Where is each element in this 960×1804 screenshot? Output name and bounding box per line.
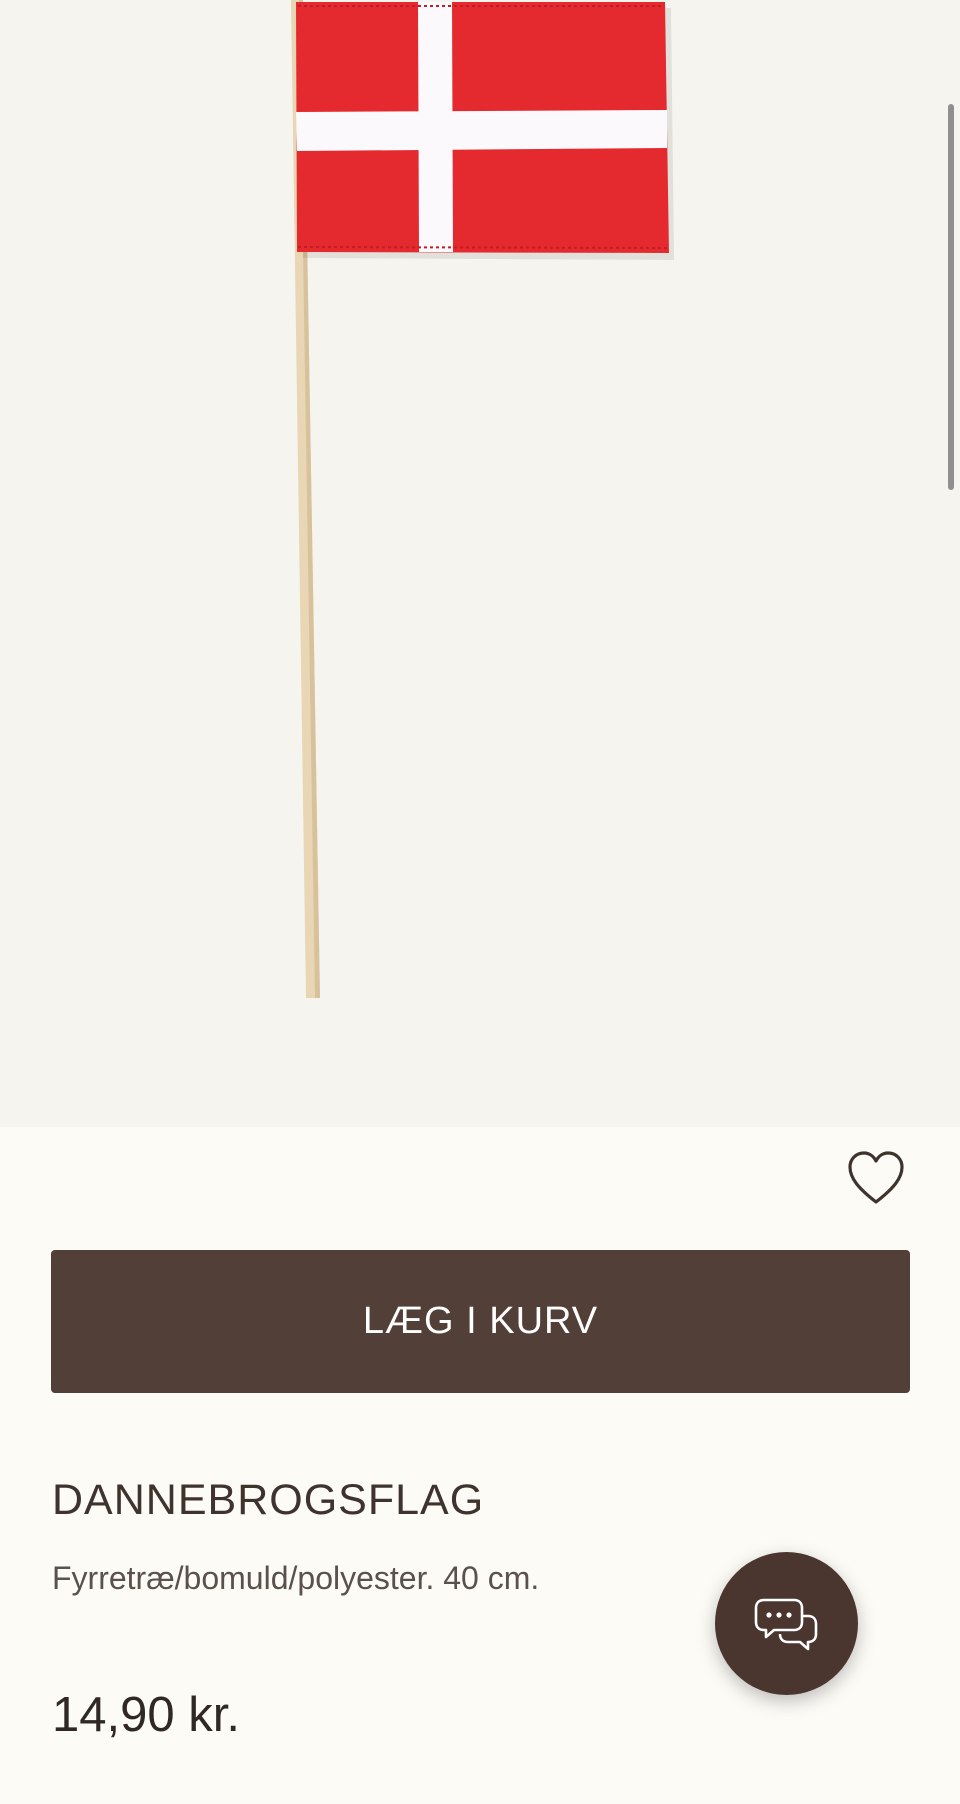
wishlist-button[interactable] [846,1150,906,1208]
product-image [0,0,960,1127]
product-description: Fyrretræ/bomuld/polyester. 40 cm. [52,1560,540,1596]
chat-button[interactable] [715,1552,858,1695]
flag-cross-horizontal [296,110,667,151]
product-price: 14,90 kr. [52,1688,240,1742]
heart-icon [848,1151,904,1204]
scrollbar[interactable] [948,104,954,490]
product-title: DANNEBROGSFLAG [52,1476,485,1524]
add-to-cart-button[interactable]: LÆG I KURV [51,1250,910,1393]
product-page: LÆG I KURV DANNEBROGSFLAG Fyrretræ/bomul… [0,0,960,1804]
chat-bubbles-icon [754,1598,817,1650]
flag-image [291,0,674,998]
